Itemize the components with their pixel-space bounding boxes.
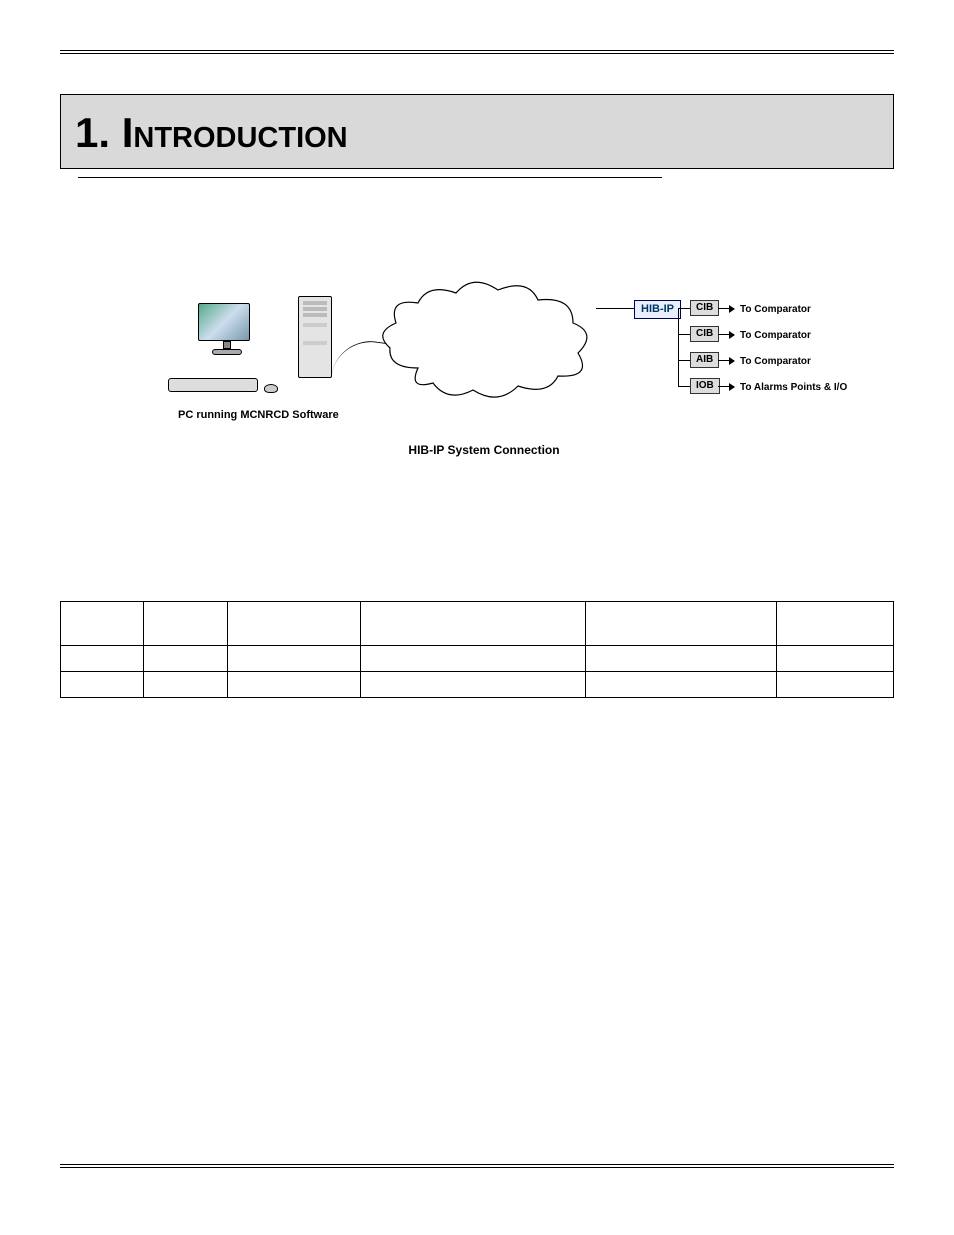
pc-caption: PC running MCNRCD Software (178, 408, 339, 423)
dest-label: To Comparator (740, 355, 811, 369)
pc-monitor-icon (198, 303, 256, 355)
title-underline (78, 177, 662, 178)
arrow-icon (718, 360, 734, 361)
hib-ip-box: HIB-IP (634, 300, 681, 319)
dest-label: To Comparator (740, 303, 811, 317)
bus-line (678, 308, 679, 386)
system-diagram: PC running MCNRCD Software HIB-IP CIB CI… (78, 278, 890, 458)
dest-label: To Comparator (740, 329, 811, 343)
arrow-icon (718, 308, 734, 309)
bottom-rule (60, 1164, 894, 1168)
module-box-aib: AIB (690, 352, 719, 368)
mouse-icon (264, 384, 278, 393)
versions-intro-wrap: This manual covers the HIB-IP family of … (60, 571, 894, 589)
network-cloud-icon (378, 278, 598, 408)
table-row: HIB-IP 8000 8000 Static 10/100 RJ45 Fron… (61, 671, 894, 697)
top-rule (60, 50, 894, 54)
arrow-icon (718, 386, 734, 387)
chapter-title-box: 1. Introduction (60, 94, 894, 169)
col-ip: IP Addressing (227, 601, 360, 645)
mount-para-wrap: The 8000-series unit is mechanically and… (60, 716, 894, 751)
pc-tower-icon (298, 296, 332, 378)
body-content: The HIB-IP unit is a hardware module tha… (60, 202, 894, 520)
link-line-2 (596, 308, 636, 309)
versions-table: Version Type IP Addressing Ethernet Conn… (60, 601, 894, 698)
keyboard-icon (168, 378, 258, 392)
module-box-cib: CIB (690, 300, 719, 316)
col-type: Type (144, 601, 227, 645)
col-config: Configuration Port (585, 601, 777, 645)
col-version: Version (61, 601, 144, 645)
module-box-cib: CIB (690, 326, 719, 342)
col-ethernet: Ethernet Connector (360, 601, 585, 645)
table-row: HIB-IP Legacy Static 10Base-T RJ45 / AUI… (61, 645, 894, 671)
col-network: Network Port (777, 601, 894, 645)
page-footer: CTI Products, Inc. HIB-IP Hardware Refer… (60, 1164, 894, 1189)
module-box-iob: IOB (690, 378, 720, 394)
chapter-title: 1. Introduction (75, 105, 879, 162)
table-header-row: Version Type IP Addressing Ethernet Conn… (61, 601, 894, 645)
dest-label: To Alarms Points & I/O (740, 381, 847, 395)
arrow-icon (718, 334, 734, 335)
